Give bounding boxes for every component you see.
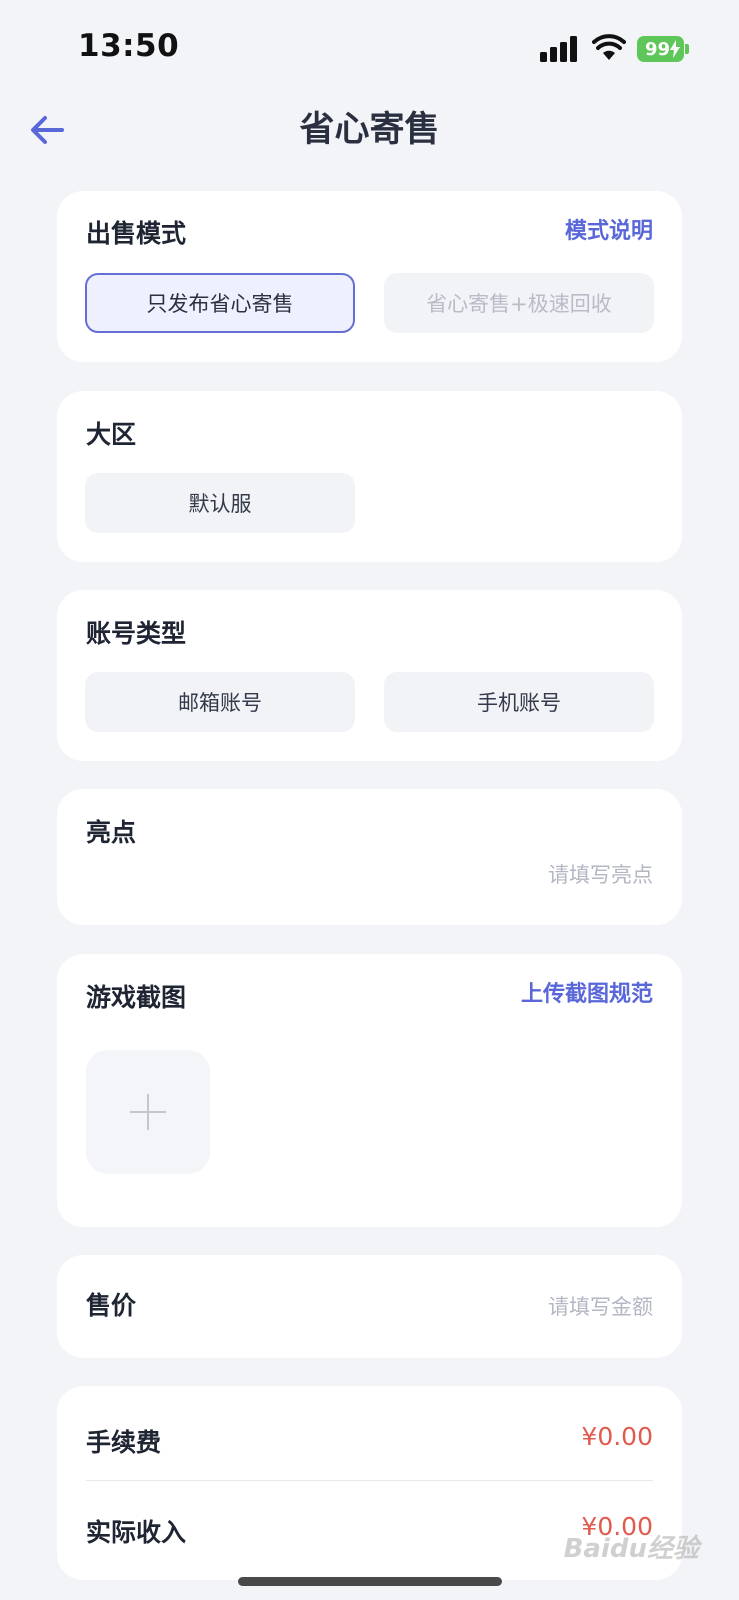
highlight-input[interactable]: 请填写亮点 [548,860,653,890]
cellular-signal-icon [540,36,578,62]
option-email-account[interactable]: 邮箱账号 [85,672,355,732]
watermark: Baidu经验 [563,1534,699,1564]
back-arrow-icon[interactable] [26,108,70,152]
option-default-server[interactable]: 默认服 [85,473,355,533]
screenshots-title: 游戏截图 [86,983,187,1012]
divider [86,1480,653,1481]
charging-bolt-icon [670,40,680,58]
account-type-card: 账号类型 邮箱账号 手机账号 [57,590,682,761]
fee-value: ¥0.00 [581,1422,653,1451]
fee-label: 手续费 [86,1428,162,1457]
wifi-icon [592,34,626,60]
status-bar: 13:50 99 [0,0,739,100]
option-phone-account[interactable]: 手机账号 [384,672,654,732]
option-consignment-fast-recycle[interactable]: 省心寄售+极速回收 [384,273,654,333]
home-indicator[interactable] [238,1577,502,1586]
page: 13:50 99 省心寄售 出售模式 模式说明 只发布省心寄售 省心寄售+极速回… [0,0,739,1600]
highlight-card[interactable]: 亮点 请填写亮点 [57,789,682,925]
price-card[interactable]: 售价 请填写金额 [57,1255,682,1358]
price-title: 售价 [86,1291,137,1320]
upload-guidelines-link[interactable]: 上传截图规范 [521,980,653,1010]
battery-icon: 99 [637,36,689,62]
region-title: 大区 [86,420,137,449]
highlight-title: 亮点 [86,818,137,847]
add-screenshot-button[interactable] [86,1050,210,1174]
status-time: 13:50 [78,28,180,64]
sale-mode-card: 出售模式 模式说明 只发布省心寄售 省心寄售+极速回收 [57,191,682,362]
account-type-title: 账号类型 [86,619,187,648]
screenshots-card: 游戏截图 上传截图规范 [57,954,682,1227]
fee-row: 手续费 ¥0.00 [86,1408,653,1468]
region-card: 大区 默认服 [57,391,682,562]
battery-level: 99 [644,38,671,60]
option-consignment-only[interactable]: 只发布省心寄售 [85,273,355,333]
mode-explanation-link[interactable]: 模式说明 [565,217,653,247]
sale-mode-title: 出售模式 [86,219,187,248]
page-title: 省心寄售 [299,110,440,150]
income-label: 实际收入 [86,1518,187,1547]
price-input[interactable]: 请填写金额 [548,1292,653,1322]
